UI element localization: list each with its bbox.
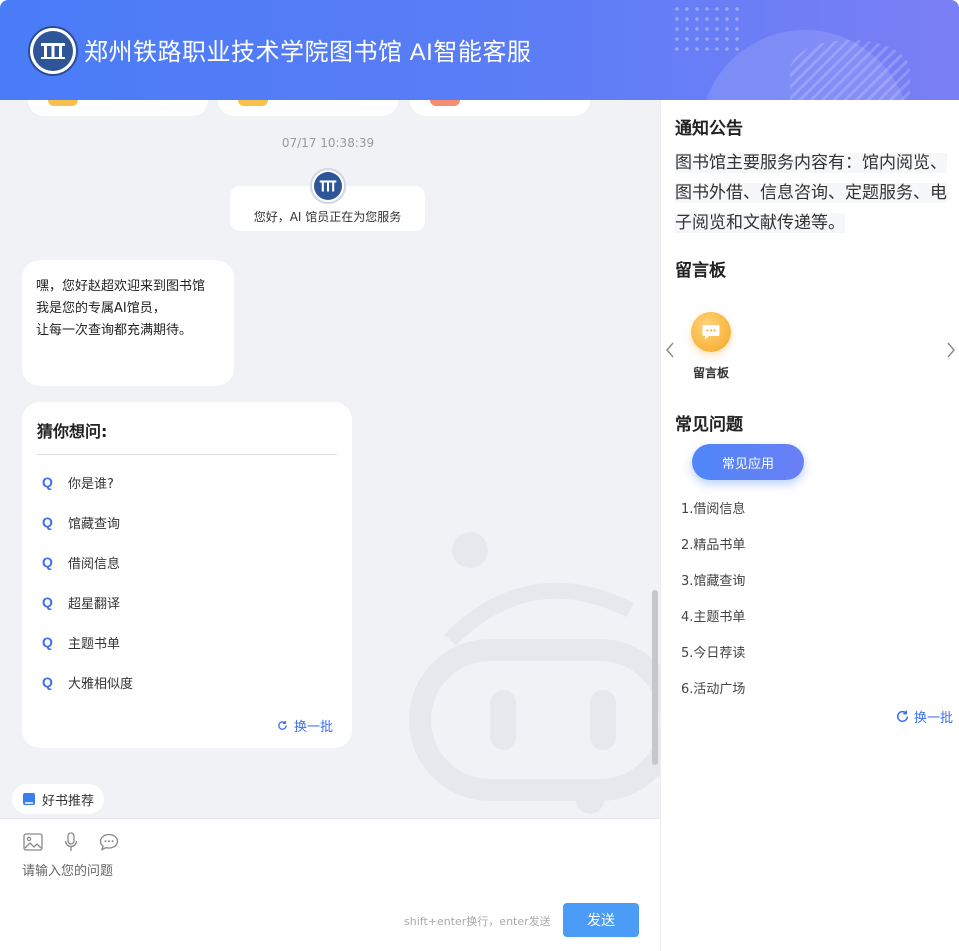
- input-toolbar: [22, 831, 120, 853]
- header-bar: 郑州铁路职业技术学院图书馆 AI智能客服: [0, 0, 959, 100]
- faq-title: 常见问题: [675, 415, 743, 435]
- voice-input-button[interactable]: [60, 831, 82, 853]
- input-bar: 请输入您的问题 shift+enter换行，enter发送 发送: [0, 818, 660, 951]
- notice-text: 图书馆主要服务内容有：馆内阅览、图书外借、信息咨询、定题服务、电子阅览和文献传递…: [675, 153, 947, 233]
- refresh-questions-button[interactable]: 换一批: [277, 716, 333, 735]
- chat-area[interactable]: 07/17 10:38:39 您好，AI 馆员正在为您服务 嘿，您好赵超欢迎来到…: [0, 100, 660, 818]
- message-timestamp: 07/17 10:38:39: [281, 136, 375, 150]
- suggested-question[interactable]: Q 大雅相似度: [42, 672, 133, 692]
- notice-content: 图书馆主要服务内容有：馆内阅览、图书外借、信息咨询、定题服务、电子阅览和文献传递…: [675, 148, 951, 238]
- question-label: 馆藏查询: [68, 516, 121, 532]
- quick-card[interactable]: [28, 100, 208, 116]
- book-chip-label: 好书推荐: [42, 793, 95, 809]
- refresh-label: 换一批: [914, 711, 954, 726]
- question-label: 你是谁?: [68, 476, 114, 492]
- suggested-questions-title: 猜你想问:: [37, 422, 108, 441]
- question-label: 大雅相似度: [68, 676, 134, 692]
- library-logo: [28, 26, 78, 76]
- suggested-question[interactable]: Q 馆藏查询: [42, 512, 120, 532]
- book-icon: [23, 793, 35, 805]
- refresh-icon: [278, 720, 287, 730]
- ai-avatar: [310, 168, 346, 204]
- suggested-question[interactable]: Q 主题书单: [42, 632, 120, 652]
- faq-item[interactable]: 1.借阅信息: [681, 498, 745, 517]
- q-icon: Q: [42, 474, 53, 490]
- keyboard-hint: shift+enter换行，enter发送: [404, 915, 551, 928]
- question-label: 主题书单: [68, 636, 121, 652]
- message-board-title: 留言板: [675, 261, 726, 281]
- suggested-question[interactable]: Q 你是谁?: [42, 472, 114, 492]
- right-panel: 通知公告 图书馆主要服务内容有：馆内阅览、图书外借、信息咨询、定题服务、电子阅览…: [660, 100, 959, 951]
- chevron-right-icon: [947, 342, 955, 358]
- message-board-label: 留言板: [693, 366, 730, 380]
- carousel-next-button[interactable]: [944, 340, 958, 360]
- q-icon: Q: [42, 674, 53, 690]
- q-icon: Q: [42, 554, 53, 570]
- faq-item[interactable]: 5.今日荐读: [681, 642, 745, 661]
- page-title: 郑州铁路职业技术学院图书馆 AI智能客服: [84, 39, 532, 66]
- faq-item[interactable]: 2.精品书单: [681, 534, 745, 553]
- faq-item[interactable]: 3.馆藏查询: [681, 570, 745, 589]
- chevron-left-icon: [666, 342, 674, 358]
- question-input[interactable]: 请输入您的问题: [22, 860, 113, 879]
- microphone-icon: [64, 832, 78, 851]
- quick-card[interactable]: [410, 100, 590, 116]
- question-label: 超星翻译: [68, 596, 121, 612]
- welcome-message: 嘿，您好赵超欢迎来到图书馆 我是您的专属AI馆员， 让每一次查询都充满期待。: [22, 260, 234, 386]
- faq-item[interactable]: 4.主题书单: [681, 606, 745, 625]
- welcome-line: 我是您的专属AI馆员，: [36, 301, 166, 316]
- q-icon: Q: [42, 594, 53, 610]
- robot-watermark-icon: [409, 532, 660, 814]
- divider: [37, 454, 337, 455]
- carousel-prev-button[interactable]: [663, 340, 677, 360]
- quick-card[interactable]: [218, 100, 398, 116]
- book-recommend-chip[interactable]: 好书推荐: [12, 784, 105, 814]
- header-stripes-pattern: [790, 40, 910, 100]
- refresh-icon: [896, 710, 909, 723]
- question-label: 借阅信息: [68, 556, 121, 572]
- suggested-question[interactable]: Q 超星翻译: [42, 592, 120, 612]
- welcome-line: 嘿，您好赵超欢迎来到图书馆: [36, 279, 206, 294]
- message-icon: [702, 325, 720, 340]
- suggested-question[interactable]: Q 借阅信息: [42, 552, 120, 572]
- refresh-faq-button[interactable]: 换一批: [895, 707, 953, 726]
- tab-common-apps[interactable]: 常见应用: [692, 444, 804, 480]
- header-dots-pattern: [672, 4, 742, 54]
- chat-mode-button[interactable]: [98, 831, 120, 853]
- message-board-button[interactable]: [691, 312, 731, 352]
- chat-scrollbar[interactable]: [652, 590, 658, 765]
- q-icon: Q: [42, 514, 53, 530]
- refresh-label: 换一批: [294, 720, 334, 735]
- image-icon: [23, 833, 43, 851]
- welcome-line: 让每一次查询都充满期待。: [36, 323, 193, 338]
- notice-title: 通知公告: [675, 119, 743, 139]
- send-button[interactable]: 发送: [563, 903, 639, 937]
- image-upload-button[interactable]: [22, 831, 44, 853]
- q-icon: Q: [42, 634, 53, 650]
- suggested-questions-card: 猜你想问: Q 你是谁? Q 馆藏查询 Q 借阅信息 Q 超星翻译 Q 主题书单 Q 大雅相…: [22, 402, 352, 748]
- chat-bubble-icon: [99, 833, 119, 851]
- faq-item[interactable]: 6.活动广场: [681, 678, 745, 697]
